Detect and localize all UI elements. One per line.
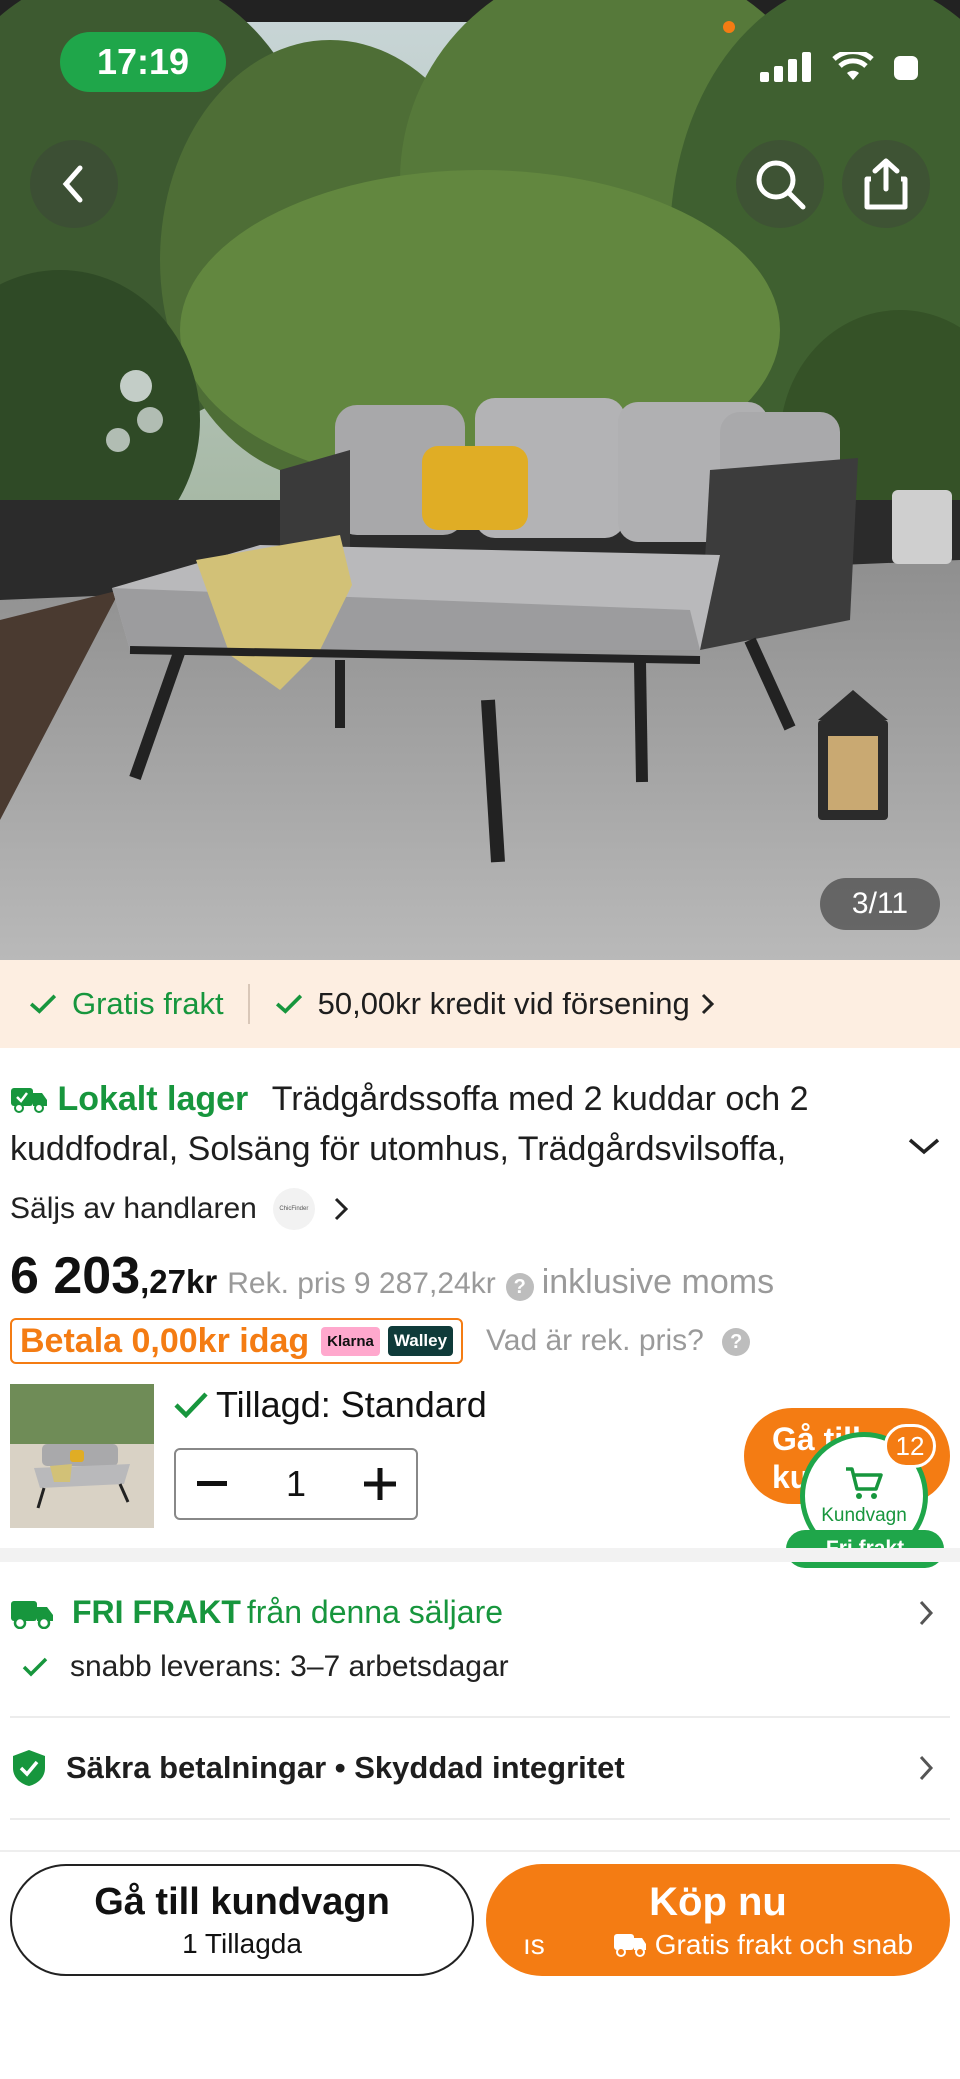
security-row[interactable]: Säkra betalningar • Skyddad integritet [10, 1748, 950, 1788]
cart-icon [846, 1467, 883, 1499]
klarna-logo: Klarna [321, 1326, 380, 1356]
free-shipping-strong: FRI FRAKT [72, 1594, 241, 1630]
buy-now-button[interactable]: Köp nu ıs Gratis frakt och snab [486, 1864, 950, 1976]
buy-sub-prefix: ıs [522, 1928, 545, 1960]
battery-icon [894, 56, 918, 80]
search-icon [756, 160, 806, 210]
price-row: 6 203 ,27kr Rek. pris 9 287,24kr ? inklu… [10, 1246, 774, 1306]
variant-thumbnail[interactable] [10, 1384, 154, 1528]
chevron-right-icon [919, 1600, 934, 1625]
back-button[interactable] [30, 140, 118, 228]
delivery-truck-icon [11, 1088, 47, 1113]
shipping-row[interactable]: FRI FRAKT från denna säljare [10, 1594, 950, 1631]
security-label: Säkra betalningar • Skyddad integritet [66, 1750, 625, 1785]
cart-bubble-label: Kundvagn [821, 1505, 907, 1526]
increase-button[interactable] [344, 1450, 416, 1518]
share-button[interactable] [842, 140, 930, 228]
buy-sub-label: Gratis frakt och snab [654, 1928, 914, 1960]
share-icon [864, 158, 908, 210]
quantity-value[interactable]: 1 [248, 1463, 344, 1505]
cart-count-badge: 12 [884, 1424, 936, 1468]
free-shipping-rest: från denna säljare [246, 1594, 504, 1630]
sold-by-label: Säljs av handlaren [10, 1192, 257, 1225]
free-shipping-label: Gratis frakt [72, 986, 224, 1021]
image-counter: 3/11 [820, 878, 940, 930]
vat-note: inklusive moms [541, 1263, 775, 1301]
question-icon[interactable]: ? [505, 1273, 534, 1301]
goto-cart-label: Gå till kundvagn [94, 1880, 390, 1923]
check-icon [29, 994, 57, 1014]
seller-logo: ChicFinder [272, 1188, 315, 1230]
section-divider [0, 1548, 960, 1562]
row-divider [10, 1818, 950, 1820]
free-shipping-benefit: Gratis frakt [28, 986, 224, 1022]
buy-now-label: Köp nu [649, 1879, 787, 1924]
added-variant: Tillagd: Standard [174, 1384, 487, 1426]
credit-label: 50,00kr kredit vid försening [317, 986, 690, 1021]
buy-now-subtext: ıs Gratis frakt och snab [523, 1929, 913, 1961]
row-divider [10, 1716, 950, 1718]
expand-title-chevron-icon[interactable] [906, 1134, 942, 1158]
recommended-price: Rek. pris 9 287,24kr [227, 1267, 496, 1300]
quantity-stepper[interactable]: 1 [174, 1448, 418, 1520]
seller-row[interactable]: Säljs av handlaren ChicFinder [10, 1188, 351, 1230]
shield-icon [13, 1750, 45, 1786]
signal-icon [760, 52, 811, 82]
price-decimal: ,27kr [140, 1263, 218, 1300]
chevron-right-icon [334, 1197, 348, 1221]
fast-delivery-label: snabb leverans: 3–7 arbetsdagar [70, 1650, 509, 1683]
decrease-button[interactable] [176, 1450, 248, 1518]
recording-dot-icon [723, 21, 735, 33]
question-icon: ? [722, 1328, 751, 1357]
minus-icon [197, 1481, 227, 1486]
credit-benefit[interactable]: 50,00kr kredit vid försening [274, 986, 718, 1022]
pay-later-box[interactable]: Betala 0,00kr idag Klarna Walley [10, 1318, 464, 1364]
check-icon [275, 994, 302, 1014]
walley-logo: Walley [387, 1326, 454, 1356]
status-time: 17:19 [60, 32, 226, 92]
product-image[interactable]: 17:19 3/11 [0, 0, 960, 960]
fast-delivery-row: snabb leverans: 3–7 arbetsdagar [22, 1650, 509, 1684]
thumbnail-image [10, 1384, 154, 1528]
wifi-icon [832, 52, 874, 80]
chevron-right-icon [701, 993, 714, 1015]
rek-price-question[interactable]: Vad är rek. pris? ? [486, 1324, 751, 1358]
product-title: Lokalt lager Trädgårdssoffa med 2 kuddar… [10, 1074, 870, 1176]
local-stock-label: Lokalt lager [57, 1080, 249, 1118]
banner-divider [247, 984, 250, 1024]
chevron-left-icon [62, 165, 83, 203]
added-variant-label: Tillagd: Standard [216, 1384, 487, 1425]
plus-icon [364, 1468, 396, 1500]
product-photo [0, 0, 960, 960]
rek-question-label: Vad är rek. pris? [486, 1324, 704, 1357]
pay-today-label: Betala 0,00kr idag [20, 1321, 310, 1360]
delivery-truck-icon [11, 1600, 53, 1629]
search-button[interactable] [736, 140, 824, 228]
goto-cart-button[interactable]: Gå till kundvagn 1 Tillagda [10, 1864, 474, 1976]
delivery-truck-icon [613, 1933, 646, 1957]
cart-added-count: 1 Tillagda [182, 1927, 302, 1959]
price-main: 6 203 [10, 1247, 141, 1305]
check-icon [174, 1392, 208, 1418]
chevron-right-icon [919, 1755, 934, 1781]
benefit-banner[interactable]: Gratis frakt 50,00kr kredit vid försenin… [0, 960, 960, 1048]
check-icon [22, 1657, 48, 1677]
status-icons [760, 52, 920, 82]
